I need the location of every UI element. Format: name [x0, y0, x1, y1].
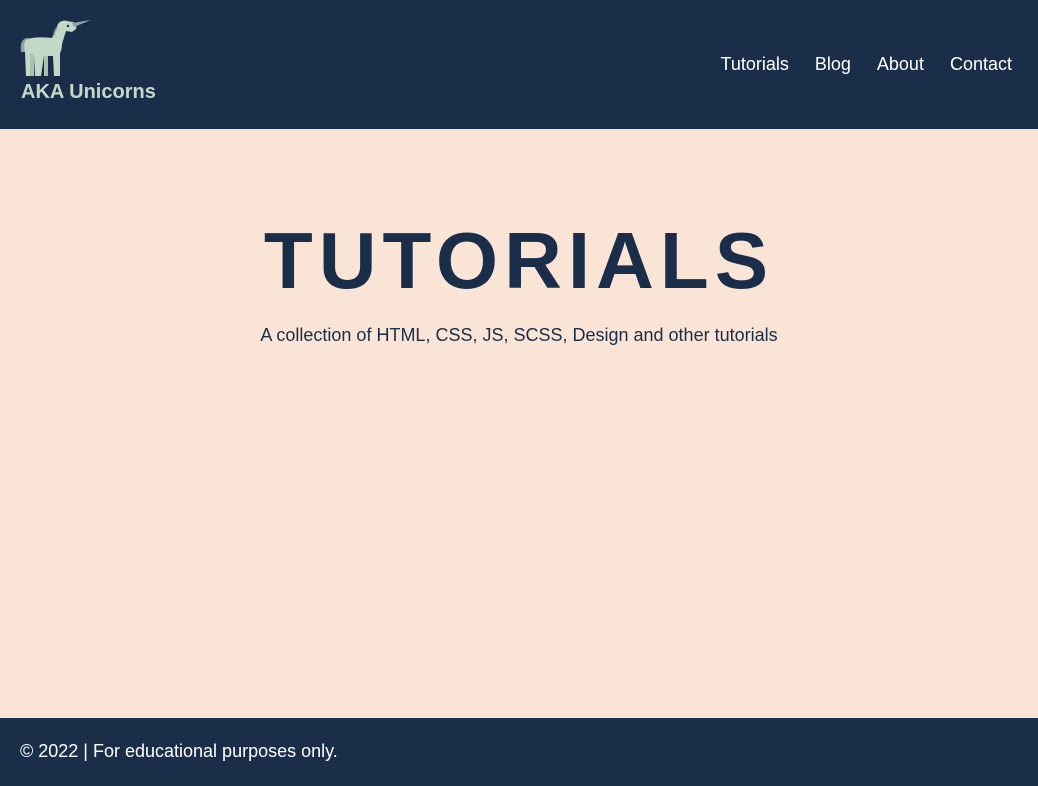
site-footer: © 2022 | For educational purposes only. [0, 718, 1038, 786]
footer-copyright: © 2022 | For educational purposes only. [20, 741, 338, 761]
site-logo-link[interactable]: AKA Unicorns [20, 18, 170, 108]
nav-link-about[interactable]: About [877, 53, 924, 75]
site-header: AKA Unicorns Tutorials Blog About Contac… [0, 0, 1038, 129]
unicorn-icon [20, 20, 91, 76]
page-title: TUTORIALS [263, 216, 775, 305]
logo-text: AKA Unicorns [21, 81, 156, 103]
page-subtitle: A collection of HTML, CSS, JS, SCSS, Des… [260, 325, 778, 345]
main-nav: Tutorials Blog About Contact [721, 53, 1012, 75]
nav-link-tutorials[interactable]: Tutorials [721, 53, 789, 75]
nav-link-contact[interactable]: Contact [950, 53, 1012, 75]
nav-link-blog[interactable]: Blog [815, 53, 851, 75]
